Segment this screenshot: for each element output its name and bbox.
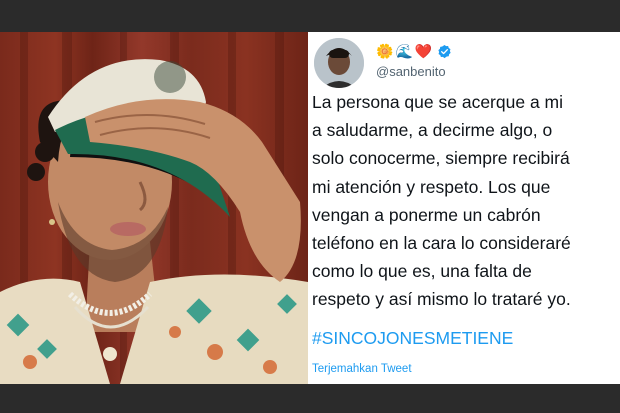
tweet-card: 🌼 🌊 ❤️ @sanbenito La persona que se acer…	[308, 32, 620, 384]
screenshot-frame: 🌼 🌊 ❤️ @sanbenito La persona que se acer…	[0, 32, 620, 384]
translate-tweet-link[interactable]: Terjemahkan Tweet	[312, 363, 412, 375]
verified-badge-icon	[438, 44, 451, 58]
profile-photo	[0, 32, 308, 384]
avatar[interactable]	[314, 38, 364, 88]
wave-emoji: 🌊	[395, 43, 413, 59]
display-name[interactable]: 🌼 🌊 ❤️	[376, 42, 452, 60]
sunflower-emoji: 🌼	[376, 43, 394, 59]
tweet-text-line: solo conocerme, siempre recibirá	[312, 148, 570, 169]
tweet-text-line: como lo que es, una falta de	[312, 261, 532, 282]
heart-emoji: ❤️	[414, 43, 433, 59]
tweet-text-line: teléfono en la cara lo consideraré	[312, 232, 571, 253]
tweet-text-line: La persona que se acerque a mi	[312, 92, 563, 112]
tweet-text-line: a saludarme, a decirme algo, o	[312, 120, 553, 141]
hashtag-link[interactable]: #SINCOJONESMETIENE	[312, 328, 513, 349]
user-handle[interactable]: @sanbenito	[376, 64, 446, 79]
tweet-text-line: mi atención y respeto. Los que	[312, 176, 551, 197]
person-photo-illustration	[0, 32, 308, 384]
tweet-text-line: vengan a ponerme un cabrón	[312, 204, 541, 225]
avatar-image	[314, 38, 364, 88]
tweet-text-line: respeto y así mismo lo trataré yo.	[312, 289, 571, 310]
tweet-text: La persona que se acerque a mi a saludar…	[312, 88, 620, 314]
